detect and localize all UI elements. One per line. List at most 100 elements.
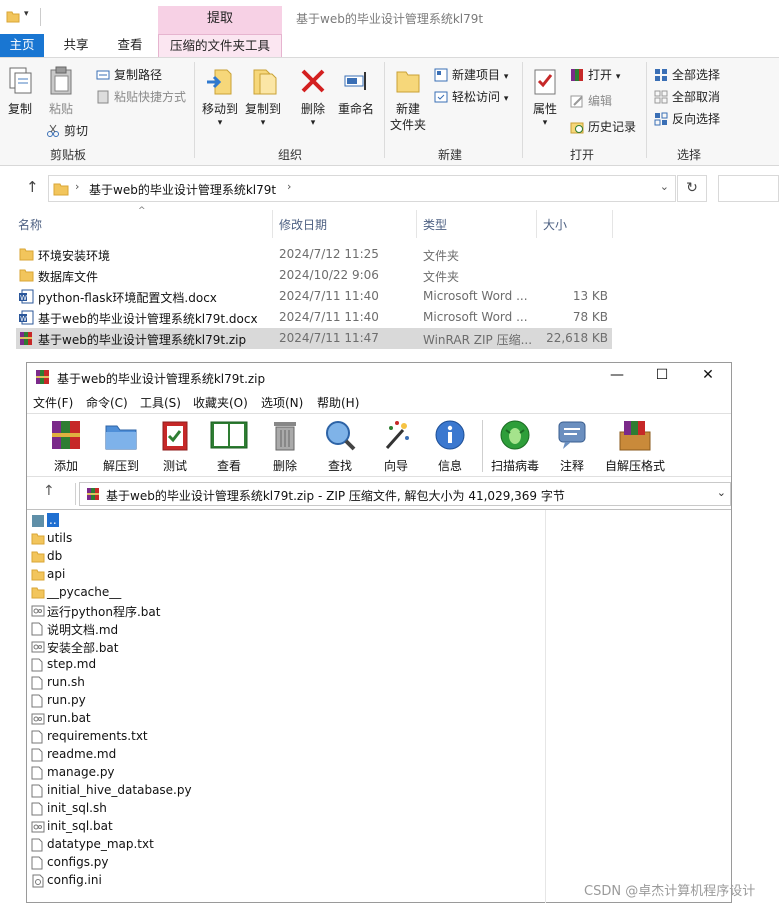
divider bbox=[40, 8, 41, 26]
group-label-new: 新建 bbox=[438, 148, 463, 162]
divider bbox=[384, 62, 385, 158]
archive-path-text: 基于web的毕业设计管理系统kl79t.zip - ZIP 压缩文件, 解包大小… bbox=[106, 489, 565, 503]
breadcrumb[interactable]: 基于web的毕业设计管理系统kl79t bbox=[89, 181, 276, 198]
view-button[interactable]: 查看 bbox=[207, 418, 251, 474]
tab-home[interactable]: 主页 bbox=[0, 34, 44, 58]
comment-button[interactable]: 注释 bbox=[553, 418, 591, 474]
file-row[interactable]: W python-flask环境配置文档.docx 2024/7/11 11:4… bbox=[16, 286, 612, 307]
chevron-down-icon[interactable]: ⌄ bbox=[717, 486, 726, 499]
divider[interactable] bbox=[536, 210, 537, 238]
select-all-button[interactable]: 全部选择 bbox=[654, 66, 720, 84]
sfx-button[interactable]: 自解压格式 bbox=[603, 418, 667, 474]
delete-archive-button[interactable]: 删除 bbox=[265, 418, 305, 474]
wizard-button[interactable]: 向导 bbox=[377, 418, 415, 474]
close-icon[interactable]: ✕ bbox=[698, 367, 718, 383]
new-item-button[interactable]: 新建项目 ▾ bbox=[434, 66, 508, 84]
copy-button[interactable]: 复制 bbox=[4, 66, 36, 117]
archive-path-dropdown[interactable]: 基于web的毕业设计管理系统kl79t.zip - ZIP 压缩文件, 解包大小… bbox=[79, 482, 731, 506]
paste-button[interactable]: 粘贴 bbox=[44, 66, 78, 117]
add-button[interactable]: 添加 bbox=[47, 418, 85, 474]
info-icon bbox=[435, 420, 465, 450]
quick-access-dropdown-icon[interactable]: ▾ bbox=[24, 9, 29, 19]
find-button[interactable]: 查找 bbox=[321, 418, 359, 474]
file-icon bbox=[31, 658, 43, 675]
copy-path-button[interactable]: 复制路径 bbox=[96, 66, 162, 84]
extract-to-button[interactable]: 解压到 bbox=[99, 418, 143, 474]
column-header-type[interactable]: 类型 bbox=[423, 216, 447, 233]
minimize-icon[interactable]: — bbox=[607, 367, 627, 383]
menu-tools[interactable]: 工具(S) bbox=[140, 394, 181, 411]
folder-icon bbox=[53, 181, 69, 200]
menu-file[interactable]: 文件(F) bbox=[33, 394, 73, 411]
easy-access-button[interactable]: 轻松访问 ▾ bbox=[434, 88, 508, 106]
invert-selection-button[interactable]: 反向选择 bbox=[654, 110, 720, 128]
dropdown-caret-icon: ▾ bbox=[503, 72, 509, 82]
dropdown-caret-icon: ▾ bbox=[260, 118, 266, 128]
archive-item-name: requirements.txt bbox=[47, 729, 148, 743]
divider bbox=[75, 483, 76, 505]
up-arrow-icon[interactable]: ↑ bbox=[26, 178, 39, 196]
up-arrow-icon[interactable]: ↑ bbox=[43, 483, 55, 499]
edit-button[interactable]: 编辑 bbox=[570, 92, 612, 110]
group-label-select: 选择 bbox=[677, 148, 702, 162]
winrar-title-bar: 基于web的毕业设计管理系统kl79t.zip — ☐ ✕ bbox=[27, 363, 731, 391]
chevron-down-icon[interactable]: ⌄ bbox=[660, 180, 669, 193]
folder-icon bbox=[6, 9, 20, 26]
rename-button[interactable]: 重命名 bbox=[334, 66, 378, 117]
menu-options[interactable]: 选项(N) bbox=[261, 394, 303, 411]
select-none-icon bbox=[654, 90, 668, 104]
archive-file-list[interactable]: .. utils db api __pycache__ 运行python程序.bat 说明文… bbox=[27, 509, 731, 903]
move-to-button[interactable]: 移动到 ▾ bbox=[200, 66, 240, 128]
copy-to-button[interactable]: 复制到 ▾ bbox=[242, 66, 284, 128]
address-bar-area: ↑ › 基于web的毕业设计管理系统kl79t › ⌄ ↻ bbox=[0, 172, 779, 204]
refresh-button[interactable]: ↻ bbox=[677, 175, 707, 202]
winrar-menu-bar: 文件(F) 命令(C) 工具(S) 收藏夹(O) 选项(N) 帮助(H) bbox=[27, 391, 731, 413]
search-input[interactable] bbox=[718, 175, 779, 202]
menu-help[interactable]: 帮助(H) bbox=[317, 394, 359, 411]
file-row[interactable]: W 基于web的毕业设计管理系统kl79t.docx 2024/7/11 11:… bbox=[16, 307, 612, 328]
test-button[interactable]: 测试 bbox=[155, 418, 195, 474]
archive-item-name: run.sh bbox=[47, 675, 85, 689]
column-header-name[interactable]: 名称 bbox=[18, 216, 42, 233]
new-folder-button[interactable]: 新建 文件夹 bbox=[388, 66, 428, 133]
file-row[interactable]: 环境安装环境 2024/7/12 11:25 文件夹 bbox=[16, 244, 612, 265]
view-book-icon bbox=[210, 421, 248, 449]
history-button[interactable]: 历史记录 bbox=[570, 118, 636, 136]
file-row-selected[interactable]: 基于web的毕业设计管理系统kl79t.zip 2024/7/11 11:47 … bbox=[16, 328, 612, 349]
file-icon bbox=[31, 676, 43, 693]
archive-item-name: api bbox=[47, 567, 66, 581]
tab-share[interactable]: 共享 bbox=[52, 34, 100, 58]
cut-button[interactable]: 剪切 bbox=[46, 122, 88, 140]
tab-view[interactable]: 查看 bbox=[106, 34, 154, 58]
chevron-right-icon[interactable]: › bbox=[287, 180, 291, 193]
tab-compressed-folder-tools[interactable]: 压缩的文件夹工具 bbox=[158, 34, 282, 58]
paste-shortcut-button[interactable]: 粘贴快捷方式 bbox=[96, 88, 186, 106]
copy-to-icon bbox=[253, 69, 277, 95]
archive-item-name: manage.py bbox=[47, 765, 115, 779]
divider[interactable] bbox=[272, 210, 273, 238]
scan-virus-button[interactable]: 扫描病毒 bbox=[489, 418, 541, 474]
column-header-size[interactable]: 大小 bbox=[543, 216, 567, 233]
menu-commands[interactable]: 命令(C) bbox=[86, 394, 128, 411]
folder-icon bbox=[19, 247, 34, 264]
parent-folder-icon bbox=[31, 514, 45, 531]
select-none-button[interactable]: 全部取消 bbox=[654, 88, 720, 106]
archive-item-name: 说明文档.md bbox=[47, 623, 119, 637]
maximize-icon[interactable]: ☐ bbox=[652, 367, 672, 383]
archive-item-name: readme.md bbox=[47, 747, 117, 761]
dropdown-caret-icon: ▾ bbox=[310, 118, 316, 128]
delete-x-icon bbox=[301, 69, 325, 93]
paste-icon bbox=[50, 66, 72, 95]
divider[interactable] bbox=[612, 210, 613, 238]
menu-favorites[interactable]: 收藏夹(O) bbox=[193, 394, 248, 411]
info-button[interactable]: 信息 bbox=[431, 418, 469, 474]
comment-icon bbox=[558, 421, 586, 449]
open-button[interactable]: 打开 ▾ bbox=[570, 66, 620, 84]
address-bar[interactable]: › 基于web的毕业设计管理系统kl79t › ⌄ bbox=[48, 175, 676, 202]
properties-button[interactable]: 属性 ▾ bbox=[528, 66, 562, 128]
column-header-date[interactable]: 修改日期 bbox=[279, 216, 327, 233]
context-tab-header[interactable]: 提取 bbox=[158, 6, 282, 34]
divider[interactable] bbox=[416, 210, 417, 238]
delete-button[interactable]: 删除 ▾ bbox=[296, 66, 330, 128]
file-row[interactable]: 数据库文件 2024/10/22 9:06 文件夹 bbox=[16, 265, 612, 286]
